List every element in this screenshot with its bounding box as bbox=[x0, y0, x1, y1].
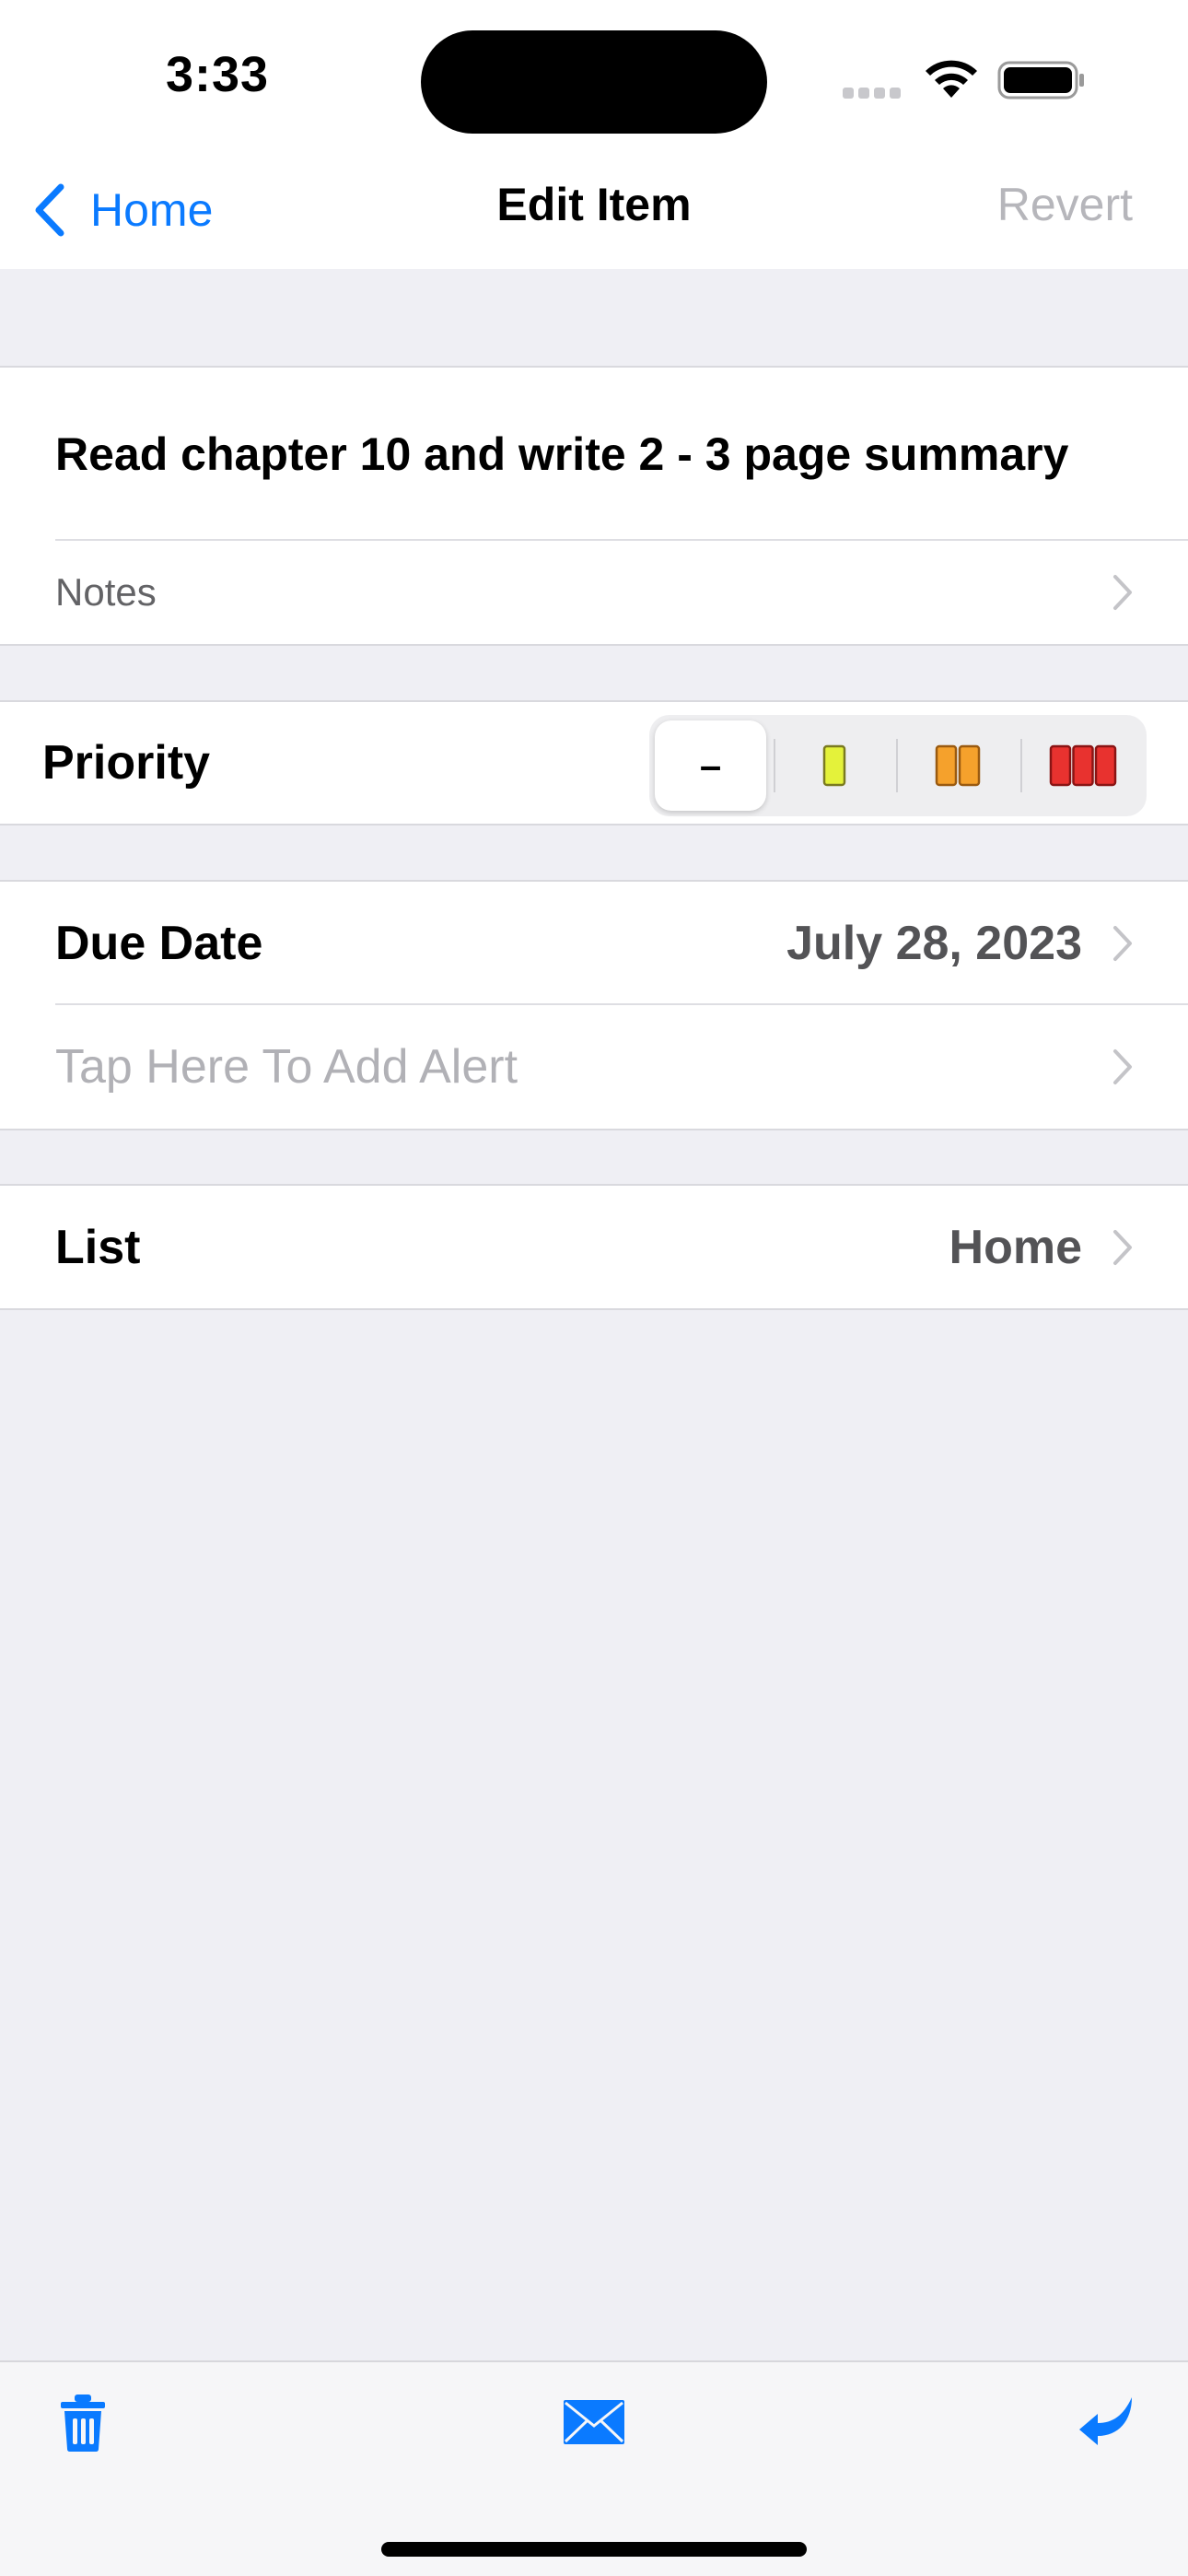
due-date-label: Due Date bbox=[55, 917, 263, 970]
list-row[interactable]: List Home bbox=[0, 1186, 1188, 1308]
priority-none-symbol: – bbox=[699, 744, 722, 787]
chevron-right-icon bbox=[1113, 1049, 1132, 1084]
back-label: Home bbox=[90, 184, 214, 236]
return-arrow-icon[interactable] bbox=[1077, 2394, 1135, 2449]
priority-segmented-control[interactable]: – bbox=[649, 715, 1147, 816]
mail-icon[interactable] bbox=[563, 2399, 625, 2445]
priority-label: Priority bbox=[42, 736, 211, 790]
home-indicator bbox=[381, 2542, 807, 2557]
segment-divider bbox=[774, 739, 775, 792]
due-date-section: Due Date July 28, 2023 Tap Here To Add A… bbox=[0, 880, 1188, 1130]
battery-icon bbox=[997, 61, 1084, 100]
segment-divider bbox=[1020, 739, 1022, 792]
back-button[interactable]: Home bbox=[33, 173, 213, 247]
screen: 3:33 Home Edit Item Revert Read chapter … bbox=[0, 0, 1188, 2576]
segment-divider bbox=[896, 739, 898, 792]
trash-icon[interactable] bbox=[59, 2394, 107, 2453]
list-value: Home bbox=[949, 1220, 1082, 1274]
add-alert-row[interactable]: Tap Here To Add Alert bbox=[0, 1005, 1188, 1129]
priority-low-icon bbox=[822, 744, 845, 787]
chevron-right-icon bbox=[1113, 575, 1132, 610]
dynamic-island bbox=[421, 30, 767, 134]
priority-section: Priority – bbox=[0, 700, 1188, 825]
chevron-left-icon bbox=[35, 183, 64, 237]
due-date-row[interactable]: Due Date July 28, 2023 bbox=[0, 882, 1188, 1005]
priority-high-segment[interactable] bbox=[1027, 720, 1138, 811]
priority-low-segment[interactable] bbox=[778, 720, 890, 811]
item-section: Read chapter 10 and write 2 - 3 page sum… bbox=[0, 366, 1188, 646]
add-alert-placeholder: Tap Here To Add Alert bbox=[55, 1040, 518, 1094]
notes-label: Notes bbox=[55, 570, 157, 614]
item-title-row[interactable]: Read chapter 10 and write 2 - 3 page sum… bbox=[0, 368, 1188, 541]
list-section: List Home bbox=[0, 1184, 1188, 1310]
item-title[interactable]: Read chapter 10 and write 2 - 3 page sum… bbox=[0, 427, 1068, 481]
priority-none-segment[interactable]: – bbox=[655, 720, 766, 811]
priority-high-icon bbox=[1049, 744, 1116, 787]
cellular-signal-icon bbox=[843, 87, 905, 100]
priority-row: Priority – bbox=[0, 702, 1188, 824]
list-label: List bbox=[55, 1220, 141, 1274]
priority-medium-icon bbox=[935, 744, 980, 787]
wifi-icon bbox=[926, 60, 977, 98]
due-date-value: July 28, 2023 bbox=[786, 917, 1082, 970]
priority-medium-segment[interactable] bbox=[902, 720, 1013, 811]
top-bar: 3:33 Home Edit Item Revert bbox=[0, 0, 1188, 269]
chevron-right-icon bbox=[1113, 1229, 1132, 1265]
status-time: 3:33 bbox=[166, 47, 270, 102]
revert-button[interactable]: Revert bbox=[997, 178, 1133, 231]
chevron-right-icon bbox=[1113, 926, 1132, 961]
notes-row[interactable]: Notes bbox=[0, 541, 1188, 644]
